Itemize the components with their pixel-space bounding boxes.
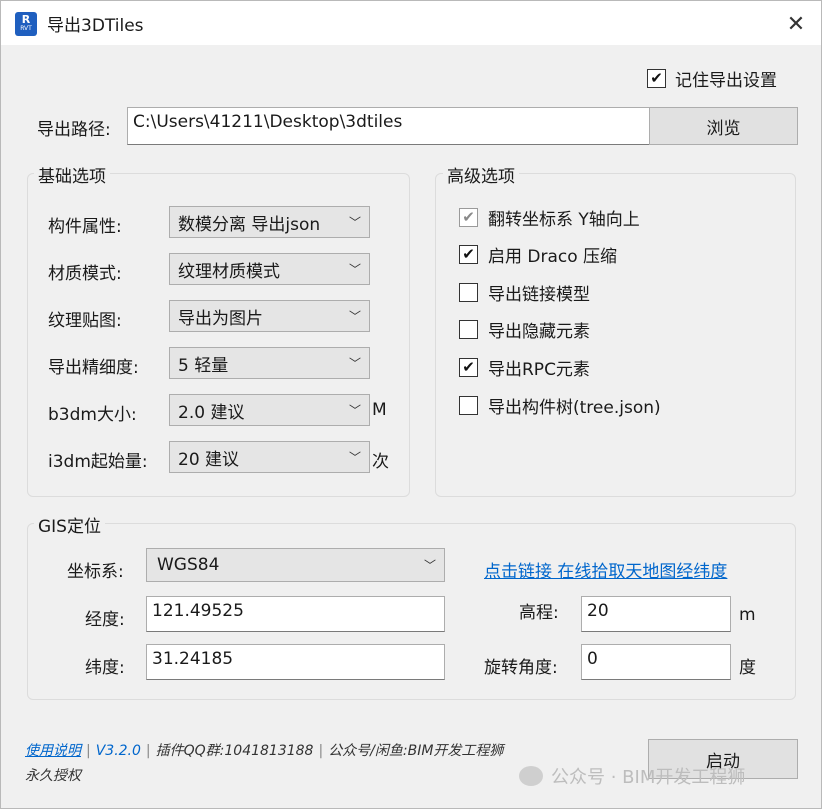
elevation-unit: m: [739, 605, 756, 625]
detail-level-label: 导出精细度:: [48, 358, 139, 378]
footer-info: 使用说明 | V3.2.0 | 插件QQ群:1041813188 | 公众号/闲鱼:BIM开…: [25, 743, 504, 759]
license-text: 永久授权: [25, 768, 81, 784]
latitude-label: 纬度:: [85, 658, 125, 678]
rotation-unit: 度: [739, 658, 756, 678]
export-hidden-elements-label: 导出隐藏元素: [488, 322, 590, 342]
title-bar: R RVT 导出3DTiles ✕: [1, 1, 821, 45]
close-button[interactable]: ✕: [773, 7, 819, 41]
revit-app-icon: R RVT: [15, 12, 37, 36]
longitude-input[interactable]: 121.49525: [146, 596, 445, 632]
qq-group-text: 插件QQ群:1041813188: [155, 743, 314, 759]
remember-settings-label: 记住导出设置: [675, 71, 777, 91]
chevron-down-icon: ﹀: [423, 558, 436, 573]
gis-location-title: GIS定位: [34, 512, 105, 537]
advanced-options-title: 高级选项: [443, 162, 519, 187]
draco-compression-checkbox[interactable]: ✔: [459, 245, 478, 264]
export-rpc-elements-checkbox[interactable]: ✔: [459, 358, 478, 377]
chevron-down-icon: ﹀: [348, 356, 361, 371]
detail-level-select[interactable]: 5 轻量 ﹀: [169, 347, 370, 379]
export-path-input[interactable]: C:\Users\41211\Desktop\3dtiles: [127, 107, 650, 145]
elevation-label: 高程:: [519, 603, 559, 623]
texture-map-label: 纹理贴图:: [48, 311, 122, 331]
latitude-input[interactable]: 31.24185: [146, 644, 445, 680]
export-hidden-elements-checkbox[interactable]: [459, 320, 478, 339]
export-linked-models-checkbox[interactable]: [459, 283, 478, 302]
export-path-label: 导出路径:: [37, 120, 111, 140]
i3dm-start-unit: 次: [372, 452, 389, 472]
export-rpc-elements-label: 导出RPC元素: [488, 360, 590, 380]
rotation-input[interactable]: 0: [581, 644, 731, 680]
wechat-watermark-icon: [519, 766, 543, 786]
crs-select[interactable]: WGS84 ﹀: [146, 548, 445, 582]
tianditu-coords-link[interactable]: 点击链接 在线拾取天地图经纬度: [484, 557, 727, 582]
texture-map-select[interactable]: 导出为图片 ﹀: [169, 300, 370, 332]
check-icon: ✔: [462, 358, 475, 376]
elevation-input[interactable]: 20: [581, 596, 731, 632]
export-component-tree-checkbox[interactable]: [459, 396, 478, 415]
export-linked-models-label: 导出链接模型: [488, 285, 590, 305]
check-icon: ✔: [462, 208, 475, 226]
wechat-text: 公众号/闲鱼:BIM开发工程狮: [328, 743, 504, 759]
draco-compression-label: 启用 Draco 压缩: [488, 247, 618, 267]
chevron-down-icon: ﹀: [348, 403, 361, 418]
user-manual-link[interactable]: 使用说明: [25, 743, 81, 759]
basic-options-title: 基础选项: [34, 162, 110, 187]
longitude-label: 经度:: [85, 610, 125, 630]
chevron-down-icon: ﹀: [348, 262, 361, 277]
remember-settings-checkbox[interactable]: ✔: [647, 69, 666, 88]
b3dm-size-unit: M: [372, 400, 387, 420]
i3dm-start-select[interactable]: 20 建议 ﹀: [169, 441, 370, 473]
component-attr-label: 构件属性:: [48, 217, 122, 237]
export-component-tree-label: 导出构件树(tree.json): [488, 398, 661, 418]
component-attr-select[interactable]: 数模分离 导出json ﹀: [169, 206, 370, 238]
b3dm-size-select[interactable]: 2.0 建议 ﹀: [169, 394, 370, 426]
check-icon: ✔: [650, 69, 663, 87]
flip-y-up-checkbox[interactable]: ✔: [459, 208, 478, 227]
check-icon: ✔: [462, 245, 475, 263]
material-mode-select[interactable]: 纹理材质模式 ﹀: [169, 253, 370, 285]
version-text: V3.2.0: [95, 743, 141, 759]
chevron-down-icon: ﹀: [348, 215, 361, 230]
chevron-down-icon: ﹀: [348, 450, 361, 465]
b3dm-size-label: b3dm大小:: [48, 405, 137, 425]
browse-button[interactable]: 浏览: [649, 107, 798, 145]
window-title: 导出3DTiles: [47, 16, 144, 36]
material-mode-label: 材质模式:: [48, 264, 122, 284]
flip-y-up-label: 翻转坐标系 Y轴向上: [488, 210, 640, 230]
rotation-label: 旋转角度:: [484, 658, 558, 678]
watermark-text: 公众号 · BIM开发工程狮: [551, 767, 746, 788]
chevron-down-icon: ﹀: [348, 309, 361, 324]
crs-label: 坐标系:: [67, 562, 124, 582]
i3dm-start-label: i3dm起始量:: [48, 452, 148, 472]
close-icon: ✕: [786, 11, 806, 37]
